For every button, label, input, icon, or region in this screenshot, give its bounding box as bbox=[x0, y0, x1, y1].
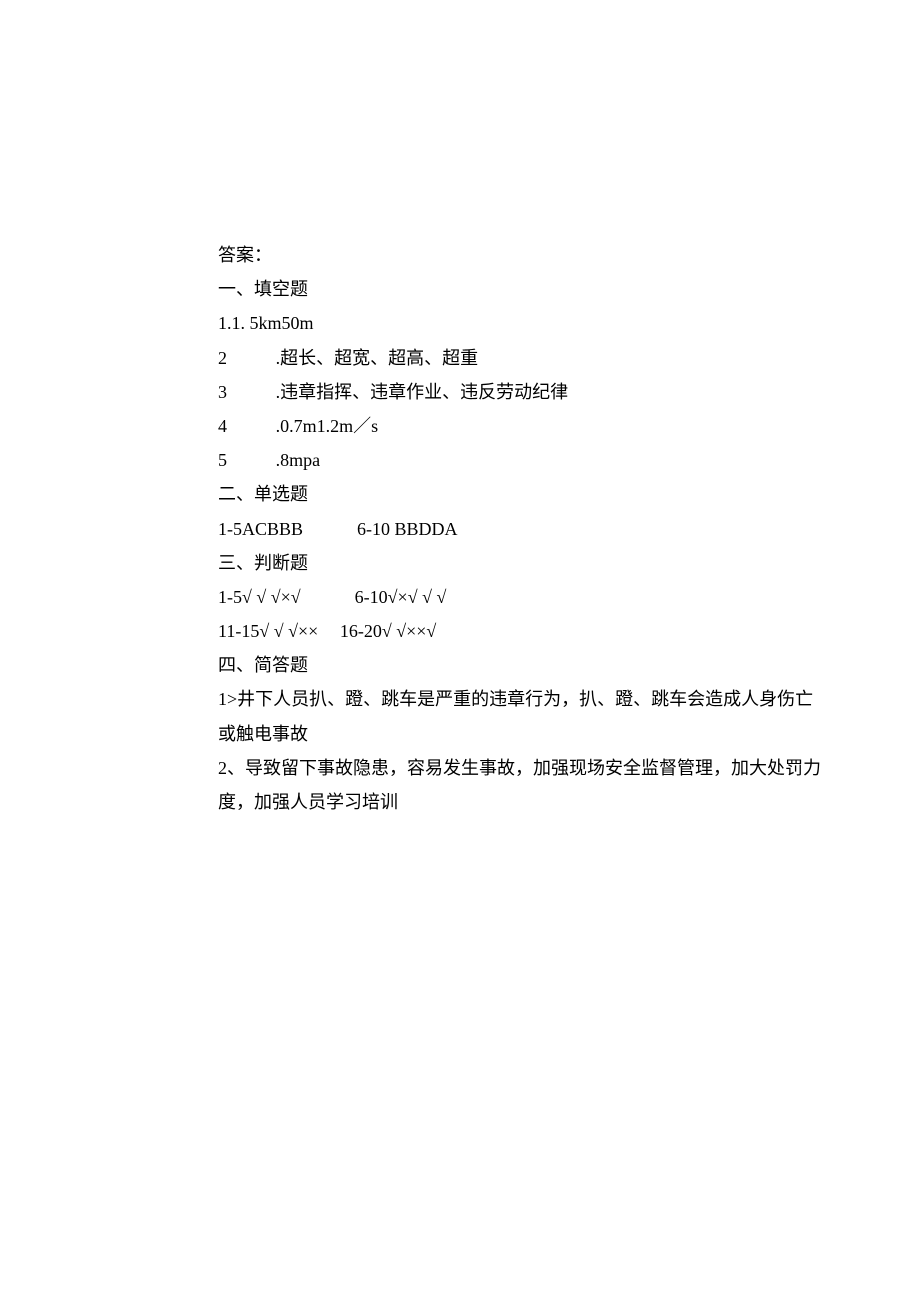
section-2-title: 二、单选题 bbox=[218, 477, 700, 511]
fill-blank-item-3: 3 .违章指挥、违章作业、违反劳动纪律 bbox=[218, 375, 700, 409]
item-text: .超长、超宽、超高、超重 bbox=[276, 348, 479, 368]
item-text: .违章指挥、违章作业、违反劳动纪律 bbox=[276, 382, 569, 402]
judge-left: 1-5√ √ √×√ bbox=[218, 587, 301, 607]
judge-left: 11-15√ √ √×× bbox=[218, 621, 318, 641]
item-text: .0.7m1.2m／s bbox=[276, 416, 379, 436]
item-text: 1. 5km50m bbox=[232, 313, 314, 333]
judge-answers-row-2: 11-15√ √ √×× 16-20√ √××√ bbox=[218, 614, 700, 648]
section-1-title: 一、填空题 bbox=[218, 272, 700, 306]
short-answer-1-line-2: 或触电事故 bbox=[218, 717, 700, 751]
short-answer-1-line-1: 1>井下人员扒、蹬、跳车是严重的违章行为，扒、蹬、跳车会造成人身伤亡 bbox=[218, 682, 700, 716]
judge-right: 6-10√×√ √ √ bbox=[355, 587, 447, 607]
item-number: 3 bbox=[218, 375, 236, 409]
item-text: .8mpa bbox=[276, 450, 321, 470]
item-number: 1. bbox=[218, 313, 232, 333]
fill-blank-item-1: 1.1. 5km50m bbox=[218, 306, 700, 340]
section-4-title: 四、简答题 bbox=[218, 648, 700, 682]
item-number: 5 bbox=[218, 443, 236, 477]
choice-answers-left: 1-5ACBBB bbox=[218, 519, 303, 539]
item-number: 2 bbox=[218, 341, 236, 375]
item-number: 4 bbox=[218, 409, 236, 443]
fill-blank-item-2: 2 .超长、超宽、超高、超重 bbox=[218, 341, 700, 375]
choice-answers-right: 6-10 BBDDA bbox=[357, 519, 458, 539]
short-answer-2-line-1: 2、导致留下事故隐患，容易发生事故，加强现场安全监督管理，加大处罚力 bbox=[218, 751, 700, 785]
judge-right: 16-20√ √××√ bbox=[340, 621, 436, 641]
single-choice-answers: 1-5ACBBB 6-10 BBDDA bbox=[218, 512, 700, 546]
fill-blank-item-5: 5 .8mpa bbox=[218, 443, 700, 477]
fill-blank-item-4: 4 .0.7m1.2m／s bbox=[218, 409, 700, 443]
short-answer-2-line-2: 度，加强人员学习培训 bbox=[218, 785, 700, 819]
answer-key-page: 答案： 一、填空题 1.1. 5km50m 2 .超长、超宽、超高、超重 3 .违章… bbox=[0, 0, 920, 819]
judge-answers-row-1: 1-5√ √ √×√ 6-10√×√ √ √ bbox=[218, 580, 700, 614]
answers-label: 答案： bbox=[218, 238, 700, 272]
section-3-title: 三、判断题 bbox=[218, 546, 700, 580]
